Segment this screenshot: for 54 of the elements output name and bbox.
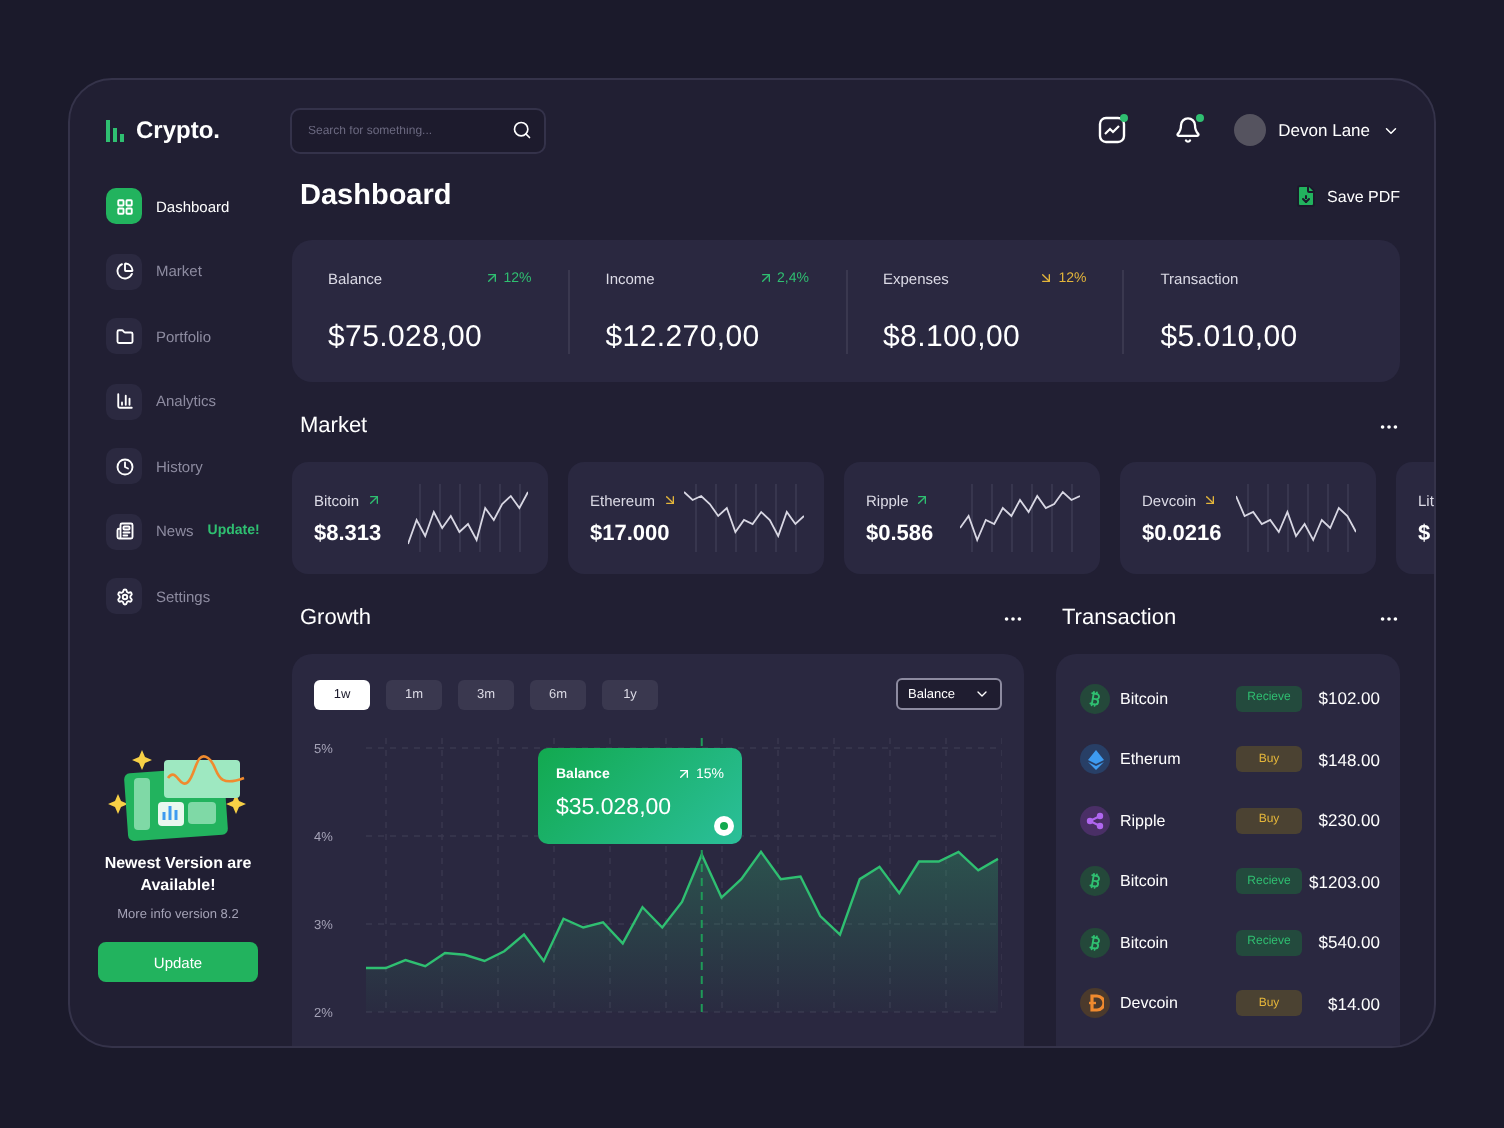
- promo-title: Newest Version are Available!: [102, 854, 254, 898]
- stat-value: $8.100,00: [883, 319, 1023, 353]
- bitcoin-icon: [1080, 866, 1110, 897]
- user-menu[interactable]: Devon Lane: [1234, 114, 1400, 146]
- grid-icon: [106, 188, 142, 224]
- coin-name: Etherum: [1120, 750, 1183, 769]
- file-download-icon: [1293, 184, 1318, 208]
- coin-name: Ripple: [1120, 811, 1168, 830]
- amount: $230.00: [1318, 810, 1380, 831]
- amount: $14.00: [1328, 993, 1380, 1014]
- amount: $540.00: [1318, 932, 1380, 953]
- folder-icon: [106, 318, 142, 354]
- save-pdf-button[interactable]: Save PDF: [1293, 184, 1400, 208]
- pie-chart-icon: [106, 253, 142, 289]
- section-title: Market: [300, 414, 368, 438]
- notification-bell-icon[interactable]: [1174, 116, 1203, 144]
- coin-price: $: [1418, 521, 1433, 545]
- bitcoin-icon: [1080, 683, 1110, 714]
- section-title: Transaction: [1062, 606, 1177, 630]
- sparkline-drawing: [408, 484, 528, 552]
- tooltip-value: $35.028,00: [556, 796, 674, 820]
- stat-value: $12.270,00: [605, 319, 762, 353]
- sparkline-drawing: [960, 484, 1080, 552]
- coin-price: $0.0216: [1142, 521, 1222, 545]
- coin-price: $0.586: [866, 521, 934, 545]
- page-title: Dashboard: [300, 180, 452, 212]
- activity-chart-icon[interactable]: [1098, 116, 1127, 144]
- amount: $1203.00: [1309, 871, 1380, 892]
- coin-name: Bitcoin: [1120, 933, 1171, 952]
- bar-chart-icon: [106, 383, 142, 419]
- coin-name: Devcoin: [1120, 994, 1180, 1013]
- search-icon: [512, 119, 532, 139]
- coin-price: $8.313: [314, 521, 382, 545]
- coin-name: Bitcoin: [1120, 872, 1171, 891]
- point-marker-icon: [714, 816, 734, 836]
- amount: $148.00: [1318, 749, 1380, 770]
- chevron-down-icon: [974, 686, 990, 702]
- brand-name: Crypto.: [136, 116, 220, 144]
- amount: $102.00: [1318, 688, 1380, 709]
- settings-icon: [106, 578, 142, 614]
- ethereum-icon: [1080, 744, 1110, 775]
- sparkline-drawing: [684, 484, 804, 552]
- bitcoin-icon: [1080, 927, 1110, 958]
- clock-icon: [106, 448, 142, 484]
- coin-name: Bitcoin: [1120, 689, 1171, 708]
- newspaper-icon: [106, 513, 142, 549]
- stat-value: $75.028,00: [328, 319, 485, 353]
- sparkline-drawing: [1236, 484, 1356, 552]
- section-title: Growth: [300, 606, 371, 630]
- stat-value: $5.010,00: [1160, 319, 1300, 353]
- user-name: Devon Lane: [1278, 120, 1370, 140]
- coin-price: $17.000: [590, 521, 672, 545]
- avatar-placeholder: [1234, 114, 1267, 146]
- bar-chart-logo-icon: [106, 119, 124, 141]
